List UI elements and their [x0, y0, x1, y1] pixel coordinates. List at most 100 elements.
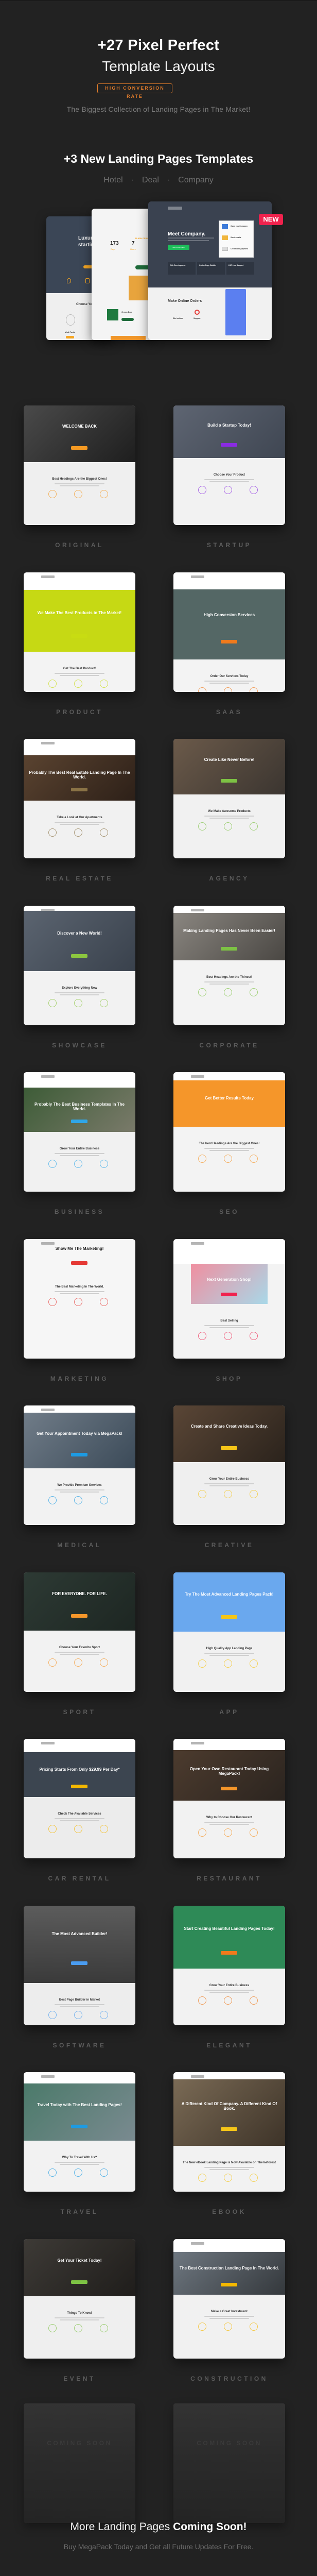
preview-hero: [173, 2079, 285, 2146]
template-card-elegant[interactable]: Start Creating Beautiful Landing Pages T…: [173, 1906, 285, 2025]
category-company: Company: [178, 176, 214, 184]
template-card-sport[interactable]: FOR EVERYONE. FOR LIFE. Choose Your Favor…: [24, 1572, 135, 1692]
feature-icon: [100, 1825, 108, 1833]
template-card-ebook[interactable]: A Different Kind Of Company. A Different…: [173, 2072, 285, 2192]
coming-soon-text: COMING SOON: [47, 2439, 112, 2447]
template-card-corporate[interactable]: Making Landing Pages Has Never Been Easi…: [173, 906, 285, 1025]
megapack-logo: [41, 2075, 55, 2078]
feature-icon: [224, 1828, 232, 1837]
footer-title: More Landing Pages Coming Soon!: [0, 2521, 317, 2533]
preview-hero: [24, 1572, 135, 1631]
template-card-business[interactable]: Probably The Best Business Templates In …: [24, 1072, 135, 1192]
template-card-medical[interactable]: Get Your Appointment Today via MegaPack!…: [24, 1405, 135, 1525]
preview-headline: Get Better Results Today: [205, 1095, 254, 1100]
text-line: [60, 1293, 99, 1294]
preview-section-title: Make a Great Investment: [211, 2310, 248, 2313]
company-section-title: Make Online Orders: [168, 299, 202, 303]
preview-cta-button: [71, 446, 87, 450]
template-label-corporate: CORPORATE: [199, 1042, 259, 1049]
preview-section-title: Why To Travel With Us?: [62, 2156, 97, 2159]
text-line: [55, 673, 104, 674]
feature-icon: [74, 2011, 82, 2019]
feature-title: Web Development: [170, 264, 186, 266]
preview-hero: [173, 1572, 285, 1632]
preview-section-title: Best Headings Are the Biggest Ones!: [52, 478, 107, 481]
feature-icon: [48, 1160, 57, 1168]
feature-icon: [224, 1155, 232, 1163]
text-line: [55, 1153, 104, 1154]
text-line: [60, 675, 99, 676]
template-card-event[interactable]: Get Your Ticket Today! Things To Know!: [24, 2239, 135, 2359]
preview-headline: Next Generation Shop!: [207, 1277, 252, 1282]
feature-icon: [198, 1659, 206, 1668]
template-card-construction[interactable]: The Best Construction Landing Page In Th…: [173, 2239, 285, 2359]
template-label-elegant: ELEGANT: [206, 2042, 252, 2049]
feature-icon: [198, 2174, 206, 2182]
hotel-item-title: Visit Paris: [65, 331, 75, 333]
text-line: [60, 1654, 99, 1655]
feature-icon: [198, 988, 206, 996]
conversion-badge: HIGH CONVERSION RATE: [97, 83, 172, 99]
feature-icon: [100, 999, 108, 1007]
template-card-travel[interactable]: Travel Today with The Best Landing Pages…: [24, 2072, 135, 2192]
template-card-software[interactable]: The Most Advanced Builder! Best Page Buil…: [24, 1906, 135, 2025]
template-card-real-estate[interactable]: Probably The Best Real Estate Landing Pa…: [24, 739, 135, 858]
template-card-original[interactable]: WELCOME BACK Best Headings Are the Bigges…: [24, 405, 135, 525]
preview-section-title: Get The Best Product!: [63, 667, 96, 670]
template-card-startup[interactable]: Build a Startup Today! Choose Your Produc…: [173, 405, 285, 525]
feature-icon: [100, 1160, 108, 1168]
preview-hero: [24, 590, 135, 652]
feature-icon: [100, 680, 108, 688]
text-line: [204, 2167, 254, 2168]
lock-icon: [85, 278, 90, 283]
preview-cta-button: [221, 2127, 237, 2131]
preview-section-title: Choose Your Favorite Sport: [59, 1646, 100, 1649]
template-card-creative[interactable]: Create and Share Creative Ideas Today. Gr…: [173, 1405, 285, 1525]
template-card-saas[interactable]: High Conversion Services Order Our Servic…: [173, 572, 285, 692]
template-card-product[interactable]: We Make The Best Products in The Market!…: [24, 572, 135, 692]
preview-cta-button: [221, 2282, 237, 2286]
template-card-agency[interactable]: Create Like Never Before! We Make Awesome…: [173, 739, 285, 858]
preview-hero: [24, 1906, 135, 1983]
feature-icon: [250, 1996, 258, 2005]
preview-cta-button: [71, 1614, 87, 1618]
preview-hero: [191, 1264, 268, 1304]
preview-navbar: [173, 906, 285, 913]
template-card-showcase[interactable]: Discover a New World! Explore Everything …: [24, 906, 135, 1025]
sub-feature: Support: [193, 317, 201, 319]
preview-hero: [24, 911, 135, 971]
feature-icon: [250, 2174, 258, 2182]
text-line: [204, 1990, 254, 1991]
preview-navbar: [173, 1072, 285, 1080]
preview-headline: Probably The Best Business Templates In …: [34, 1102, 125, 1112]
preview-cta-button: [71, 1261, 87, 1265]
template-card-app[interactable]: Try The Most Advanced Landing Pages Pack…: [173, 1572, 285, 1692]
preview-section-title: Best Selling: [220, 1319, 238, 1323]
template-label-ebook: EBOOK: [212, 2208, 246, 2215]
company-mockup[interactable]: Meet Company. Get a Free Quote Open you …: [148, 201, 272, 340]
preview-cta-button: [221, 639, 237, 643]
feature-icon: [198, 2323, 206, 2331]
megapack-logo: [41, 1742, 55, 1744]
panel-item: Send emails: [231, 236, 241, 239]
template-card-restaurant[interactable]: Open Your Own Restaurant Today Using Meg…: [173, 1739, 285, 1858]
feature-icon: [74, 680, 82, 688]
megapack-logo: [191, 1075, 204, 1078]
preview-headline: Pricing Starts From Only $29.99 Per Day*: [39, 1767, 120, 1772]
feature-icon: [74, 2324, 82, 2332]
template-card-car-rental[interactable]: Pricing Starts From Only $29.99 Per Day*…: [24, 1739, 135, 1858]
template-label-agency: AGENCY: [209, 875, 250, 882]
template-card-seo[interactable]: Get Better Results Today The best Heading…: [173, 1072, 285, 1192]
feature-icon: [250, 2323, 258, 2331]
template-label-startup: STARTUP: [206, 541, 252, 549]
megapack-logo: [191, 2075, 204, 2078]
template-card-shop[interactable]: Next Generation Shop! Best Selling: [173, 1239, 285, 1359]
preview-navbar: [24, 2072, 135, 2083]
text-line: [209, 1485, 249, 1486]
company-headline: Meet Company.: [168, 231, 206, 237]
text-line: [55, 2162, 104, 2163]
template-card-marketing[interactable]: Show Me The Marketing! The Best Marketing…: [24, 1239, 135, 1359]
preview-cta-button: [221, 947, 237, 951]
deal-mockup[interactable]: FLASH DEAL 173 Days 7 Hours Green Box: [92, 209, 153, 340]
separator-dot: ·: [167, 176, 170, 184]
